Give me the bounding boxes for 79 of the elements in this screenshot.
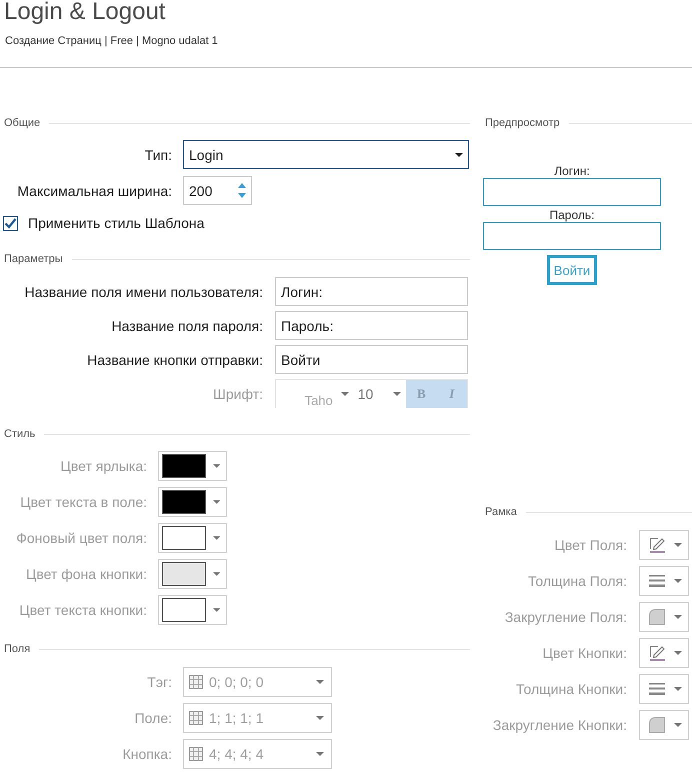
grid-icon <box>189 711 203 725</box>
section-title: Стиль <box>4 427 36 441</box>
field-label: Шрифт: <box>213 384 263 402</box>
caret-icon <box>212 572 220 576</box>
color-picker[interactable] <box>158 559 227 589</box>
grid-icon <box>189 675 203 689</box>
line-weight-icon <box>649 683 665 695</box>
border-dropdown[interactable] <box>639 530 689 560</box>
field-label: Толщина Поля: <box>528 572 627 590</box>
preview-input[interactable] <box>483 178 661 206</box>
field-label: Цвет Кнопки: <box>542 644 627 662</box>
field-label: Цвет текста кнопки: <box>19 601 147 619</box>
page-title: Login & Logout <box>4 0 166 26</box>
border-dropdown[interactable] <box>639 710 689 740</box>
caret-icon <box>674 615 682 619</box>
field-label: Название поля имени пользователя: <box>24 282 263 300</box>
caret-icon <box>316 680 324 684</box>
field-label: Фоновый цвет поля: <box>16 529 147 547</box>
border-dropdown[interactable] <box>639 566 689 596</box>
type-dropdown[interactable]: Login <box>183 140 469 169</box>
field-label: Цвет ярлыка: <box>60 457 147 475</box>
caret-icon <box>393 392 402 396</box>
preview-label: Пароль: <box>550 208 594 222</box>
section-title: Общие <box>4 116 40 130</box>
field-label: Закругление Поля: <box>504 608 627 626</box>
field-label: Название поля пароля: <box>112 316 263 334</box>
rounded-corner-icon <box>649 717 665 733</box>
field-label: Максимальная ширина: <box>17 182 172 200</box>
border-dropdown[interactable] <box>639 638 689 668</box>
line-weight-icon <box>649 575 665 587</box>
field-label: Тэг: <box>147 673 172 691</box>
field-label: Цвет фона кнопки: <box>26 565 147 583</box>
preview-input[interactable] <box>483 222 661 250</box>
text-input[interactable]: Логин: <box>275 277 468 306</box>
caret-icon <box>316 752 324 756</box>
checkbox[interactable] <box>3 216 18 230</box>
field-label: Кнопка: <box>122 745 172 763</box>
preview-submit-button[interactable]: Войти <box>547 255 597 285</box>
color-picker[interactable] <box>158 595 227 625</box>
caret-icon <box>212 464 220 468</box>
number-spinner[interactable]: 200 <box>183 176 252 205</box>
caret-icon <box>455 152 463 156</box>
field-label: Тип: <box>144 146 172 164</box>
preview-label: Логин: <box>554 164 590 178</box>
caret-icon <box>674 723 682 727</box>
caret-icon <box>674 651 682 655</box>
pencil-icon <box>649 537 665 553</box>
field-label: Закругление Кнопки: <box>492 716 627 734</box>
caret-icon <box>674 687 682 691</box>
caret-icon <box>212 608 220 612</box>
text-input[interactable]: Войти <box>275 345 468 374</box>
field-label: Толщина Кнопки: <box>516 680 627 698</box>
grid-icon <box>189 747 203 761</box>
text-input[interactable]: Пароль: <box>275 311 468 340</box>
caret-icon <box>212 500 220 504</box>
section-title: Поля <box>4 642 30 656</box>
section-title: Рамка <box>485 505 517 519</box>
border-dropdown[interactable] <box>639 602 689 632</box>
field-label: Цвет Поля: <box>554 536 627 554</box>
section-title: Предпросмотр <box>485 116 560 130</box>
checkbox-label: Применить стиль Шаблона <box>28 215 204 231</box>
border-dropdown[interactable] <box>639 674 689 704</box>
field-label: Цвет текста в поле: <box>20 493 147 511</box>
section-title: Параметры <box>4 252 63 266</box>
field-label: Поле: <box>134 709 172 727</box>
color-picker[interactable] <box>158 451 227 481</box>
color-picker[interactable] <box>158 523 227 553</box>
caret-icon <box>674 579 682 583</box>
caret-icon <box>212 536 220 540</box>
rounded-corner-icon <box>649 609 665 625</box>
caret-icon <box>340 392 349 396</box>
spin-down-icon[interactable] <box>238 193 246 198</box>
field-label: Название кнопки отправки: <box>87 350 263 368</box>
caret-icon <box>674 543 682 547</box>
spin-up-icon[interactable] <box>238 183 246 188</box>
breadcrumb-text: Создание Страниц | Free | Mogno udalat 1 <box>5 34 218 48</box>
pencil-icon <box>649 645 665 661</box>
color-picker[interactable] <box>158 487 227 517</box>
caret-icon <box>316 716 324 720</box>
